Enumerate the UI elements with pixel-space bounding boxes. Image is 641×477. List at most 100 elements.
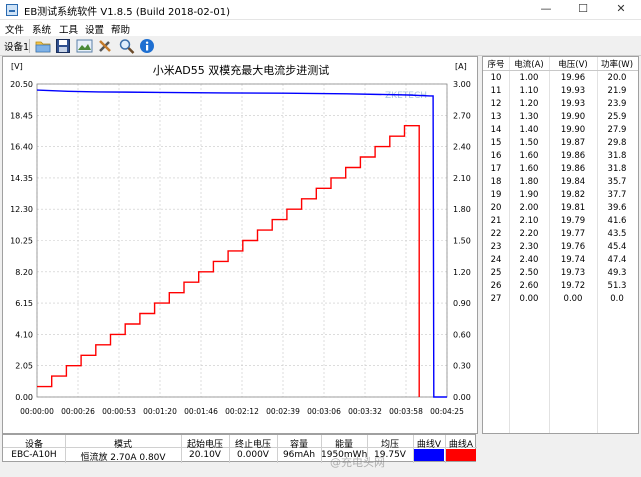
x-tick-label: 00:00:26 [61, 407, 95, 416]
menu-tools[interactable]: 工具 [59, 22, 78, 36]
table-row[interactable]: 23 2.30 19.76 45.4 [483, 241, 638, 254]
table-row[interactable]: 14 1.40 19.90 27.9 [483, 124, 638, 137]
table-row[interactable]: 12 1.20 19.93 23.9 [483, 98, 638, 111]
table-row[interactable]: 24 2.40 19.74 47.4 [483, 254, 638, 267]
table-row[interactable]: 25 2.50 19.73 49.3 [483, 267, 638, 280]
cell-current: 2.60 [519, 281, 539, 291]
table-header: 序号 电流(A) 电压(V) 功率(W) [483, 57, 638, 71]
data-table[interactable]: 序号 电流(A) 电压(V) 功率(W) 10 1.00 19.96 20.0 … [482, 56, 639, 434]
cell-current: 1.60 [519, 164, 539, 174]
menu-file[interactable]: 文件 [5, 22, 24, 36]
x-tick-label: 00:03:32 [348, 407, 382, 416]
table-row[interactable]: 11 1.10 19.93 21.9 [483, 85, 638, 98]
cell-index: 16 [490, 151, 502, 161]
chart-grid [36, 83, 448, 398]
table-row[interactable]: 26 2.60 19.72 51.3 [483, 280, 638, 293]
curve-v-color-swatch[interactable] [414, 449, 444, 461]
current-step-chart: 小米AD55 双模充最大电流步进测试 [V] [A] ZKETECH 20.50… [10, 62, 471, 416]
cell-voltage: 19.86 [560, 151, 586, 161]
x-tick-label: 00:00:00 [20, 407, 54, 416]
close-button[interactable]: ✕ [606, 0, 636, 20]
table-row[interactable]: 18 1.80 19.84 35.7 [483, 176, 638, 189]
save-icon[interactable] [55, 38, 72, 54]
cell-power: 23.9 [607, 99, 627, 109]
cell-index: 19 [490, 190, 502, 200]
menu-help[interactable]: 帮助 [111, 22, 130, 36]
device-selector[interactable]: 设备1 [4, 39, 29, 53]
table-row[interactable]: 21 2.10 19.79 41.6 [483, 215, 638, 228]
cell-voltage: 19.72 [560, 281, 586, 291]
cell-voltage: 19.90 [560, 112, 586, 122]
left-axis-ticks: 20.50 18.45 16.40 14.35 12.30 10.25 8.20 6.15 4.… [10, 80, 33, 402]
chart-image-icon[interactable] [76, 38, 93, 54]
cell-power: 31.8 [607, 151, 627, 161]
cell-current: 1.10 [519, 86, 539, 96]
status-header-start-voltage: 起始电压 [186, 440, 223, 450]
x-tick-label: 00:04:25 [430, 407, 464, 416]
cell-voltage: 0.00 [563, 294, 583, 304]
cell-power: 49.3 [607, 268, 627, 278]
cell-index: 27 [490, 294, 502, 304]
table-row[interactable]: 15 1.50 19.87 29.8 [483, 137, 638, 150]
table-row[interactable]: 10 1.00 19.96 20.0 [483, 72, 638, 85]
toolbar-separator [29, 39, 30, 53]
cell-current: 2.30 [519, 242, 539, 252]
cell-voltage: 19.77 [560, 229, 586, 239]
x-tick-label: 00:01:20 [143, 407, 177, 416]
header-index: 序号 [487, 60, 505, 70]
tools-icon[interactable] [97, 38, 114, 54]
maximize-button[interactable]: ☐ [568, 0, 598, 20]
status-header-avg-voltage: 均压 [380, 440, 399, 450]
search-icon[interactable] [118, 38, 135, 54]
curve-a-color-swatch[interactable] [446, 449, 476, 461]
cell-voltage: 19.79 [560, 216, 586, 226]
cell-voltage: 19.87 [560, 138, 586, 148]
right-tick-label: 1.20 [453, 268, 471, 277]
cell-current: 0.00 [519, 294, 539, 304]
toolbar: 设备1 [0, 36, 641, 56]
status-capacity: 96mAh [282, 450, 316, 460]
table-row[interactable]: 19 1.90 19.82 37.7 [483, 189, 638, 202]
right-axis-ticks: 3.00 2.70 2.40 2.10 1.80 1.50 1.20 0.90 0.60 0.30… [453, 80, 471, 402]
status-header-end-voltage: 终止电压 [234, 440, 271, 450]
cell-power: 47.4 [607, 255, 627, 265]
cell-voltage: 19.73 [560, 268, 586, 278]
right-tick-label: 1.80 [453, 205, 471, 214]
cell-power: 20.0 [607, 73, 627, 83]
cell-index: 23 [490, 242, 502, 252]
status-header-device: 设备 [24, 440, 43, 450]
cell-power: 0.0 [610, 294, 624, 304]
cell-index: 26 [490, 281, 502, 291]
table-row[interactable]: 13 1.30 19.90 25.9 [483, 111, 638, 124]
left-tick-label: 12.30 [10, 205, 33, 214]
cell-index: 10 [490, 73, 502, 83]
menu-bar: 文件 系统 工具 设置 帮助 [0, 20, 641, 36]
table-row[interactable]: 16 1.60 19.86 31.8 [483, 150, 638, 163]
table-row[interactable]: 22 2.20 19.77 43.5 [483, 228, 638, 241]
cell-index: 12 [490, 99, 502, 109]
cell-index: 21 [490, 216, 502, 226]
table-row[interactable]: 20 2.00 19.81 39.6 [483, 202, 638, 215]
header-power: 功率(W) [600, 60, 634, 70]
open-folder-icon[interactable] [35, 38, 52, 54]
menu-system[interactable]: 系统 [32, 22, 51, 36]
header-voltage: 电压(V) [558, 60, 588, 70]
left-tick-label: 4.10 [15, 330, 33, 339]
x-tick-label: 00:03:58 [389, 407, 423, 416]
cell-current: 2.10 [519, 216, 539, 226]
minimize-button[interactable]: — [531, 0, 561, 20]
cell-index: 17 [490, 164, 502, 174]
cell-current: 2.00 [519, 203, 539, 213]
info-icon[interactable] [139, 38, 156, 54]
left-tick-label: 10.25 [10, 237, 33, 246]
cell-current: 1.40 [519, 125, 539, 135]
table-row[interactable]: 27 0.00 0.00 0.0 [483, 293, 638, 306]
window-title: EB测试系统软件 V1.8.5 (Build 2018-02-01) [24, 7, 231, 18]
cell-current: 1.90 [519, 190, 539, 200]
x-axis-ticks: 00:00:00 00:00:26 00:00:53 00:01:20 00:01:46… [20, 407, 464, 416]
menu-settings[interactable]: 设置 [85, 22, 104, 36]
cell-power: 51.3 [607, 281, 627, 291]
cell-index: 18 [490, 177, 502, 187]
chart-title: 小米AD55 双模充最大电流步进测试 [153, 63, 330, 77]
table-row[interactable]: 17 1.60 19.86 31.8 [483, 163, 638, 176]
